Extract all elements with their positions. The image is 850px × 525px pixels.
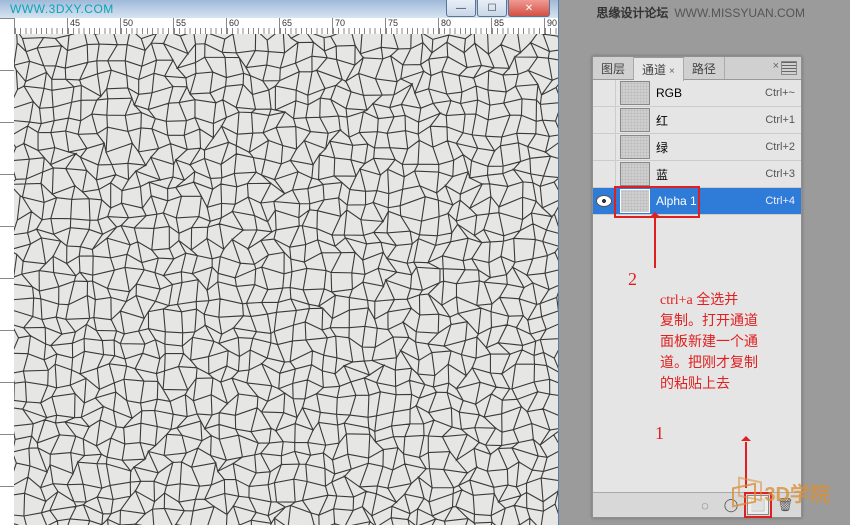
channel-row-0[interactable]: RGBCtrl+~ — [593, 80, 801, 107]
tab-layers[interactable]: 图层 — [593, 57, 634, 79]
panel-menu-icon[interactable] — [781, 61, 797, 75]
canvas[interactable] — [14, 34, 558, 525]
document-window: WWW.3DXY.COM — ☐ ✕ 455055606570758085909… — [0, 0, 559, 525]
ruler-vertical — [0, 18, 15, 525]
visibility-toggle[interactable] — [593, 134, 616, 160]
channel-thumbnail — [620, 189, 650, 213]
visibility-toggle[interactable] — [593, 188, 616, 214]
channel-label: Alpha 1 — [656, 194, 765, 208]
panel-tabs: 图层 通道× 路径 × — [593, 57, 801, 80]
texture-image — [14, 34, 558, 525]
channel-label: 蓝 — [656, 166, 765, 183]
ruler-horizontal: 4550556065707580859095 — [14, 18, 558, 35]
visibility-toggle[interactable] — [593, 80, 616, 106]
channel-shortcut: Ctrl+3 — [765, 168, 795, 180]
visibility-toggle[interactable] — [593, 161, 616, 187]
channel-row-2[interactable]: 绿Ctrl+2 — [593, 134, 801, 161]
channel-shortcut: Ctrl+2 — [765, 141, 795, 153]
watermark-right: 思缘设计论坛WWW.MISSYUAN.COM — [596, 4, 805, 21]
channel-label: 绿 — [656, 139, 765, 156]
tab-paths[interactable]: 路径 — [684, 57, 725, 79]
load-selection-icon[interactable]: ◌ — [695, 496, 715, 514]
close-button[interactable]: ✕ — [508, 0, 550, 17]
visibility-toggle[interactable] — [593, 107, 616, 133]
window-controls: — ☐ ✕ — [445, 0, 550, 17]
channel-row-1[interactable]: 红Ctrl+1 — [593, 107, 801, 134]
minimize-button[interactable]: — — [446, 0, 476, 17]
save-selection-icon[interactable]: ◯ — [721, 496, 741, 514]
channel-row-3[interactable]: 蓝Ctrl+3 — [593, 161, 801, 188]
delete-channel-icon[interactable]: 🗑 — [775, 496, 795, 514]
panel-close-icon[interactable]: × — [773, 60, 779, 72]
channel-shortcut: Ctrl+~ — [765, 87, 795, 99]
title-bar: WWW.3DXY.COM — ☐ ✕ — [0, 0, 558, 18]
watermark-left: WWW.3DXY.COM — [10, 2, 114, 16]
channel-thumbnail — [620, 81, 650, 105]
panel-footer: ◌ ◯ ⬜ 🗑 — [593, 492, 801, 517]
new-channel-icon[interactable]: ⬜ — [747, 495, 769, 515]
channel-shortcut: Ctrl+4 — [765, 195, 795, 207]
channels-panel: 图层 通道× 路径 × RGBCtrl+~红Ctrl+1绿Ctrl+2蓝Ctrl… — [592, 56, 802, 518]
channel-thumbnail — [620, 162, 650, 186]
channel-thumbnail — [620, 108, 650, 132]
channel-row-4[interactable]: Alpha 1Ctrl+4 — [593, 188, 801, 215]
channel-shortcut: Ctrl+1 — [765, 114, 795, 126]
tab-channels[interactable]: 通道× — [634, 57, 684, 81]
channel-label: 红 — [656, 112, 765, 129]
channel-thumbnail — [620, 135, 650, 159]
channel-label: RGB — [656, 86, 765, 100]
channel-list: RGBCtrl+~红Ctrl+1绿Ctrl+2蓝Ctrl+3Alpha 1Ctr… — [593, 80, 801, 215]
maximize-button[interactable]: ☐ — [477, 0, 507, 17]
